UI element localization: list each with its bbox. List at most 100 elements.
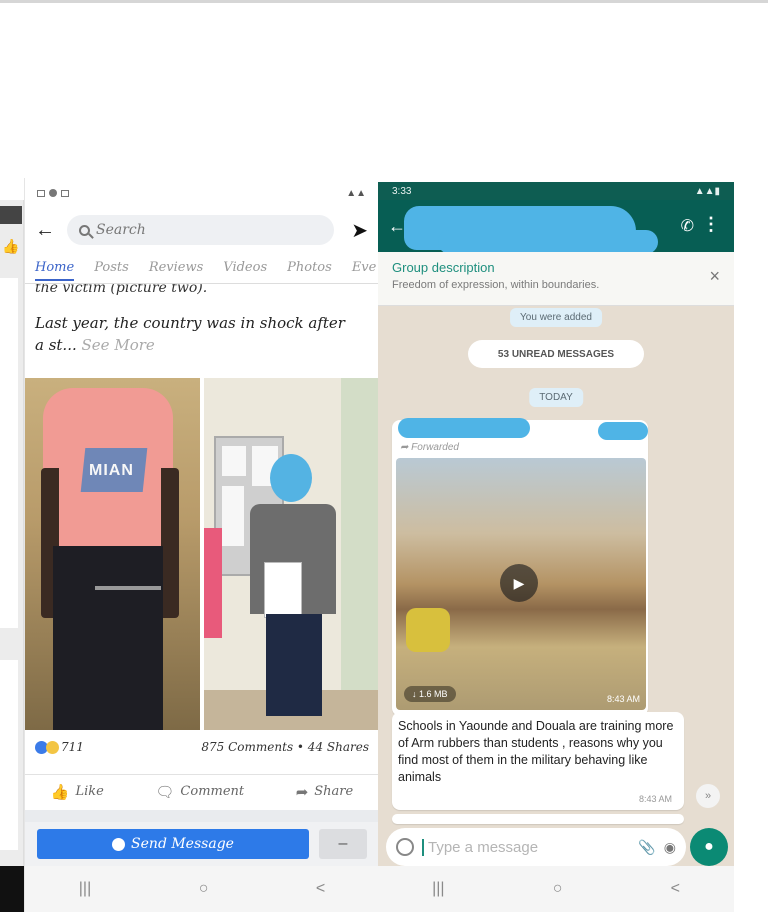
post-text-cut-line: the victim (picture two). xyxy=(35,284,208,296)
search-input[interactable]: Search xyxy=(67,215,334,245)
home-circle-icon[interactable]: ○ xyxy=(553,880,563,898)
comments-shares-count[interactable]: 875 Comments • 44 Shares xyxy=(201,740,369,754)
tab-photos[interactable]: Photos xyxy=(287,260,332,275)
recent-apps-icon[interactable]: ||| xyxy=(79,880,91,898)
photo-handcuffs xyxy=(95,586,161,590)
back-chevron-icon[interactable]: < xyxy=(316,880,325,898)
tab-home[interactable]: Home xyxy=(35,260,75,281)
message-text: Schools in Yaounde and Douala are traini… xyxy=(398,719,674,784)
send-message-label: Send Message xyxy=(131,836,234,852)
reaction-count: 711 xyxy=(61,740,84,754)
comment-label: Comment xyxy=(180,784,245,799)
share-button[interactable]: ➦ Share xyxy=(296,783,354,801)
reactions-row: 711 875 Comments • 44 Shares xyxy=(35,740,369,754)
unread-messages-divider: 53 UNREAD MESSAGES xyxy=(468,340,644,368)
photo-legs xyxy=(266,614,322,716)
share-arrow-icon[interactable]: ➤ xyxy=(346,218,368,243)
thumbs-up-icon: 👍 xyxy=(50,782,70,801)
photo-wall xyxy=(341,378,378,730)
search-placeholder: Search xyxy=(96,222,146,238)
notification-icon xyxy=(61,189,69,197)
post-photos[interactable]: MIAN xyxy=(25,378,378,730)
message-bubble-partial xyxy=(392,814,684,824)
video-size-text: 1.6 MB xyxy=(419,689,448,699)
recent-apps-icon[interactable]: ||| xyxy=(432,880,444,898)
forwarded-text: Forwarded xyxy=(411,442,459,453)
play-icon[interactable]: ▶ xyxy=(500,564,538,602)
download-icon: ↓ xyxy=(412,689,417,699)
like-button[interactable]: 👍 Like xyxy=(51,783,104,801)
post-text-line2: a st... See More xyxy=(35,334,368,356)
post-actions: 👍 Like 🗨 Comment ➦ Share xyxy=(25,774,378,808)
photo-trousers xyxy=(53,546,163,730)
tab-reviews[interactable]: Reviews xyxy=(149,260,203,275)
video-thumbnail[interactable]: ▶ ↓ 1.6 MB 8:43 AM xyxy=(396,458,646,710)
message-input[interactable]: Type a message xyxy=(422,838,630,856)
tab-videos[interactable]: Videos xyxy=(223,260,267,275)
video-blurred-object xyxy=(406,608,450,652)
tab-events[interactable]: Eve xyxy=(352,260,377,275)
status-bar: ▲▲ xyxy=(25,178,378,208)
cropped-tab xyxy=(0,206,22,224)
message-input-bar: Type a message 📎 ◉ xyxy=(386,828,686,866)
emoji-icon[interactable] xyxy=(396,838,414,856)
post-text: the victim (picture two). Last year, the… xyxy=(25,284,378,356)
see-more-link[interactable]: See More xyxy=(82,336,155,354)
kebab-menu-icon[interactable]: ⋮ xyxy=(702,214,720,235)
signal-icon: ▲▲▮ xyxy=(694,185,720,197)
redaction-blur xyxy=(270,454,312,502)
back-chevron-icon[interactable]: < xyxy=(671,880,680,898)
post-text-line2-text: a st... xyxy=(35,336,77,354)
video-timestamp: 8:43 AM xyxy=(606,694,640,704)
forward-arrow-icon: ➦ xyxy=(400,442,409,453)
redaction-blur xyxy=(438,230,658,254)
cropped-screenshot-left: 👍 xyxy=(0,200,24,912)
message-bar: Send Message – xyxy=(25,822,378,866)
search-icon xyxy=(79,224,90,236)
date-divider: TODAY xyxy=(529,388,583,407)
message-timestamp: 8:43 AM xyxy=(638,794,672,804)
photo-document xyxy=(264,562,302,618)
video-size[interactable]: ↓ 1.6 MB xyxy=(404,686,456,702)
photo-person-with-document[interactable] xyxy=(204,378,378,730)
reaction-summary[interactable]: 711 xyxy=(35,740,84,754)
share-label: Share xyxy=(314,784,354,799)
comment-button[interactable]: 🗨 Comment xyxy=(155,783,244,801)
sad-reaction-icon xyxy=(46,740,59,754)
scroll-down-icon[interactable]: » xyxy=(696,784,720,808)
status-time: 3:33 xyxy=(392,185,412,197)
redaction-blur xyxy=(398,418,530,438)
send-message-button[interactable]: Send Message xyxy=(37,829,309,859)
photo-board-paper xyxy=(222,446,246,476)
top-divider xyxy=(0,0,768,3)
microphone-icon[interactable]: ● xyxy=(690,828,728,866)
home-circle-icon[interactable]: ○ xyxy=(199,880,209,898)
add-call-icon[interactable]: ✆ xyxy=(681,216,694,236)
page-tabs: Home Posts Reviews Videos Photos Eve xyxy=(25,252,378,284)
back-arrow-icon[interactable]: ← xyxy=(35,219,55,242)
messenger-icon xyxy=(112,837,126,851)
signal-icon: ▲▲ xyxy=(346,187,366,199)
cropped-bottom xyxy=(0,866,24,912)
android-nav-bar: ||| ○ < xyxy=(378,866,734,912)
cropped-card xyxy=(0,660,18,850)
group-description-title: Group description xyxy=(392,260,495,275)
status-icons xyxy=(37,189,69,197)
photo-board-paper xyxy=(222,486,244,546)
tab-posts[interactable]: Posts xyxy=(94,260,129,275)
group-description-banner[interactable]: Group description Freedom of expression,… xyxy=(378,252,734,306)
facebook-screenshot: ▲▲ ← Search ➤ Home Posts Reviews Videos … xyxy=(24,178,378,912)
whatsapp-screenshot: 3:33 ▲▲▮ ← ✆ ⋮ Group description Freedom… xyxy=(378,182,734,912)
attach-icon[interactable]: 📎 xyxy=(638,839,655,856)
status-bar: 3:33 ▲▲▮ xyxy=(378,182,734,200)
redaction-blur xyxy=(598,422,648,440)
more-options-button[interactable]: – xyxy=(319,829,367,859)
photo-bystander xyxy=(204,528,222,638)
close-icon[interactable]: × xyxy=(709,266,720,287)
forwarded-label: ➦ Forwarded xyxy=(400,442,459,453)
comment-icon: 🗨 xyxy=(155,782,175,801)
system-message: You were added xyxy=(510,308,602,327)
post-text-line: Last year, the country was in shock afte… xyxy=(35,314,345,332)
photo-handcuffed-person[interactable]: MIAN xyxy=(25,378,200,730)
camera-icon[interactable]: ◉ xyxy=(664,839,676,856)
